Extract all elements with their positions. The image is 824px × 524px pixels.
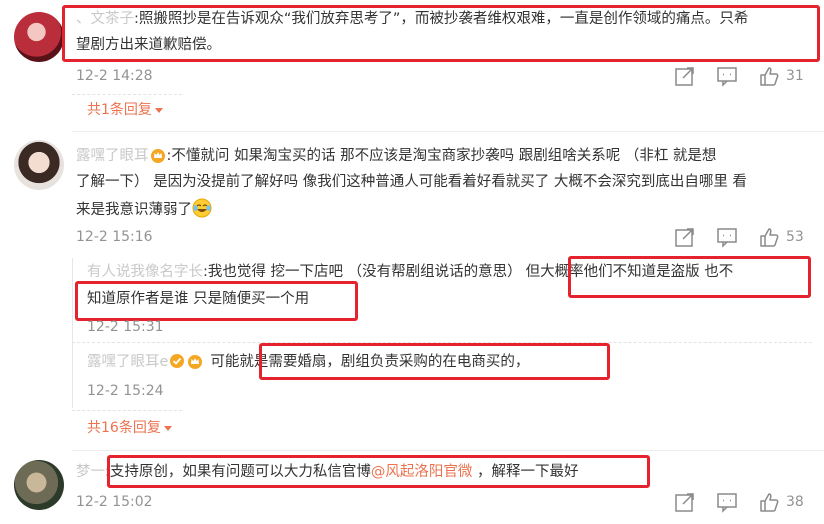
comment-icon[interactable] <box>716 226 738 248</box>
chevron-down-icon <box>163 425 172 431</box>
avatar[interactable] <box>14 140 64 190</box>
divider <box>72 410 182 411</box>
comment-text: 露嘿了眼耳:不懂就问 如果淘宝买的话 那不应该是淘宝商家抄袭吗 跟剧组啥关系呢 … <box>76 148 717 164</box>
like-count: 38 <box>786 494 804 510</box>
divider <box>72 450 824 451</box>
laughing-tears-emoji-icon <box>192 198 212 218</box>
reply-thread-bar <box>72 258 73 408</box>
reply-username[interactable]: 露嘿了眼耳e <box>87 354 168 370</box>
comment-text-line2: 望剧方出来道歉赔偿。 <box>76 37 221 53</box>
like-count: 53 <box>786 229 804 245</box>
reply-time: 12-2 15:24 <box>87 383 164 399</box>
comment-icon[interactable] <box>716 491 738 513</box>
comment-text-line2: 了解一下） 是因为没提前了解好吗 像我们这种普通人可能看着好看就买了 大概不会深… <box>76 174 747 190</box>
like-count: 31 <box>786 68 804 84</box>
share-icon[interactable] <box>674 491 696 513</box>
mention-link[interactable]: @风起洛阳官微 <box>371 464 473 480</box>
reply-text: 露嘿了眼耳e 可能就是需要婚扇，剧组负责采购的在电商买的， <box>87 354 530 370</box>
comment-text: 梦一:支持原创，如果有问题可以大力私信官博@风起洛阳官微 ，解释一下最好 <box>76 464 579 480</box>
expand-replies-link[interactable]: 共1条回复 <box>87 100 163 120</box>
divider <box>72 94 182 95</box>
avatar[interactable] <box>14 12 64 62</box>
comment-actions: 31 <box>674 65 814 87</box>
divider <box>72 342 812 343</box>
crown-badge-icon <box>188 355 203 369</box>
expand-replies-link[interactable]: 共16条回复 <box>87 418 172 438</box>
comment-username[interactable]: 梦一 <box>76 464 105 480</box>
avatar[interactable] <box>14 460 64 510</box>
comment-icon[interactable] <box>716 65 738 87</box>
comment-text-line3: 来是我意识薄弱了 <box>76 198 212 220</box>
comment-text: 、文茶子:照搬照抄是在告诉观众“我们放弃思考了”，而被抄袭者维权艰难，一直是创作… <box>76 11 749 27</box>
like-icon[interactable] <box>758 491 780 513</box>
comment-actions: 38 <box>674 491 814 513</box>
share-icon[interactable] <box>674 65 696 87</box>
reply-username[interactable]: 有人说我像名字长 <box>87 264 203 280</box>
chevron-down-icon <box>154 107 163 113</box>
like-icon[interactable] <box>758 65 780 87</box>
comment-username[interactable]: 、文茶子 <box>76 11 134 27</box>
reply-text-line2: 知道原作者是谁 只是随便买一个用 <box>87 291 310 307</box>
comment-username[interactable]: 露嘿了眼耳 <box>76 148 149 164</box>
divider <box>72 131 824 132</box>
comment-time: 12-2 14:28 <box>76 68 153 84</box>
share-icon[interactable] <box>674 226 696 248</box>
like-icon[interactable] <box>758 226 780 248</box>
reply-text: 有人说我像名字长:我也觉得 挖一下店吧 （没有帮剧组说话的意思） 但大概率他们不知… <box>87 264 734 280</box>
comment-actions: 53 <box>674 226 814 248</box>
comment-time: 12-2 15:16 <box>76 229 153 245</box>
comment-time: 12-2 15:02 <box>76 494 153 510</box>
reply-time: 12-2 15:31 <box>87 319 164 335</box>
crown-badge-icon <box>150 149 165 163</box>
verified-badge-icon <box>170 354 185 368</box>
